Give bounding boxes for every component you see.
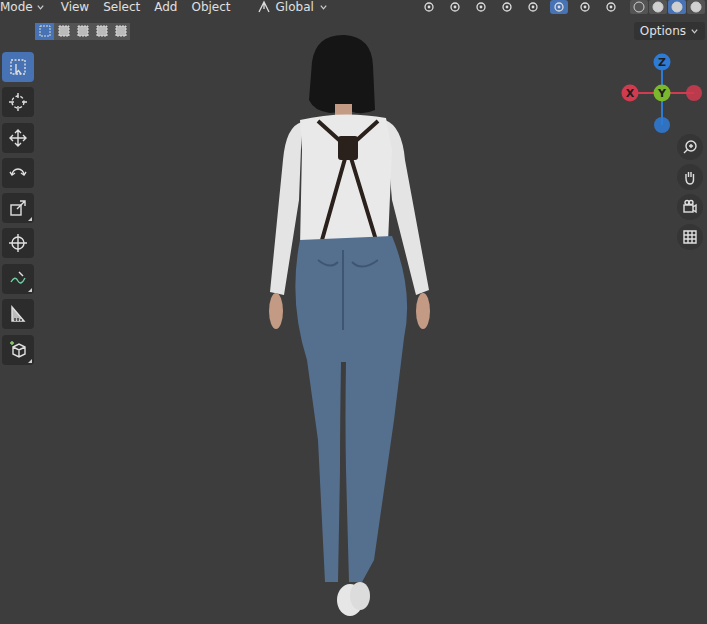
header-toggle[interactable] — [446, 0, 464, 14]
solid-icon — [652, 1, 664, 13]
navigation-buttons — [677, 134, 703, 250]
camera-icon — [682, 199, 698, 215]
header-toggle[interactable] — [498, 0, 516, 14]
tool-group — [2, 52, 34, 117]
svg-text:Z: Z — [658, 56, 666, 69]
pivot-icon — [423, 1, 435, 13]
select-mode-button[interactable] — [73, 23, 92, 40]
subtract-icon — [76, 24, 90, 38]
rendered-icon — [690, 1, 702, 13]
measure-icon — [8, 304, 28, 324]
grid-icon — [682, 229, 698, 245]
axis-handle[interactable]: Y — [654, 85, 671, 102]
select-mode-button[interactable] — [111, 23, 130, 40]
header-toggle[interactable] — [524, 0, 542, 14]
axis-handle[interactable]: X — [622, 85, 639, 102]
svg-text:X: X — [626, 87, 635, 100]
negative-z-axis[interactable] — [654, 117, 670, 133]
nav-button[interactable] — [677, 164, 703, 190]
new-icon — [38, 24, 52, 38]
proportional-icon — [475, 1, 487, 13]
scale-icon — [8, 198, 28, 218]
chevron-icon — [36, 3, 45, 12]
nav-button[interactable] — [677, 134, 703, 160]
gizmo-icon — [553, 1, 565, 13]
select-box-icon — [8, 57, 28, 77]
visibility-icon — [527, 1, 539, 13]
viewport-header: Mode View Select Add Object Global — [0, 0, 707, 14]
tool-button[interactable] — [2, 158, 34, 188]
header-toggle[interactable] — [420, 0, 438, 14]
more-options-mark — [28, 359, 32, 363]
menu-item[interactable]: Add — [154, 1, 177, 13]
overlay-icon — [579, 1, 591, 13]
tool-group — [2, 264, 34, 329]
tool-button[interactable] — [2, 228, 34, 258]
select-mode-button[interactable] — [54, 23, 73, 40]
select-mode-button[interactable] — [35, 23, 54, 40]
menu-item[interactable]: Select — [103, 1, 140, 13]
blender-viewport[interactable]: Mode View Select Add Object Global Options Z X Y — [0, 0, 707, 624]
pan-icon — [682, 169, 698, 185]
shading-mode-button[interactable] — [668, 0, 686, 14]
axis-handle[interactable]: Z — [654, 54, 671, 71]
invert-icon — [95, 24, 109, 38]
wireframe-icon — [633, 1, 645, 13]
tool-button[interactable] — [2, 123, 34, 153]
header-toggle[interactable] — [602, 0, 620, 14]
tool-button[interactable] — [2, 335, 34, 365]
orientation-dropdown[interactable]: Global — [257, 0, 328, 14]
annotate-icon — [8, 269, 28, 289]
orientation-icon — [257, 0, 271, 14]
more-options-mark — [28, 217, 32, 221]
negative-x-axis[interactable] — [686, 85, 702, 101]
menu-item[interactable]: Object — [191, 1, 230, 13]
mode-dropdown[interactable]: Mode — [0, 1, 45, 13]
chevron-icon — [690, 27, 699, 36]
chevron-icon — [319, 3, 328, 12]
tool-button[interactable] — [2, 87, 34, 117]
nav-button[interactable] — [677, 224, 703, 250]
add-cube-icon — [8, 340, 28, 360]
shading-mode-button[interactable] — [649, 0, 667, 14]
tool-button[interactable] — [2, 299, 34, 329]
material-icon — [671, 1, 683, 13]
orientation-label: Global — [276, 1, 314, 13]
cursor-icon — [8, 92, 28, 112]
tool-group — [2, 335, 34, 365]
falloff-icon — [501, 1, 513, 13]
shading-mode-button[interactable] — [687, 0, 705, 14]
svg-text:Y: Y — [657, 87, 667, 100]
options-dropdown[interactable]: Options — [634, 22, 705, 40]
header-toggle[interactable] — [472, 0, 490, 14]
snap-icon — [449, 1, 461, 13]
character-model[interactable] — [0, 0, 707, 624]
nav-button[interactable] — [677, 194, 703, 220]
menu-item[interactable]: View — [61, 1, 89, 13]
shading-mode-button[interactable] — [630, 0, 648, 14]
move-icon — [8, 128, 28, 148]
tool-button[interactable] — [2, 52, 34, 82]
toolbar — [2, 52, 34, 365]
tool-group — [2, 123, 34, 258]
tool-button[interactable] — [2, 193, 34, 223]
select-mode-button[interactable] — [92, 23, 111, 40]
extend-icon — [57, 24, 71, 38]
transform-icon — [8, 233, 28, 253]
tool-button[interactable] — [2, 264, 34, 294]
navigation-gizmo[interactable]: Z X Y — [615, 48, 707, 140]
rotate-icon — [8, 163, 28, 183]
xray-icon — [605, 1, 617, 13]
header-toggle[interactable] — [550, 0, 568, 14]
options-label: Options — [640, 25, 686, 37]
zoom-icon — [682, 139, 698, 155]
more-options-mark — [28, 288, 32, 292]
intersect-icon — [114, 24, 128, 38]
header-toggle[interactable] — [576, 0, 594, 14]
mode-label: Mode — [0, 1, 33, 13]
